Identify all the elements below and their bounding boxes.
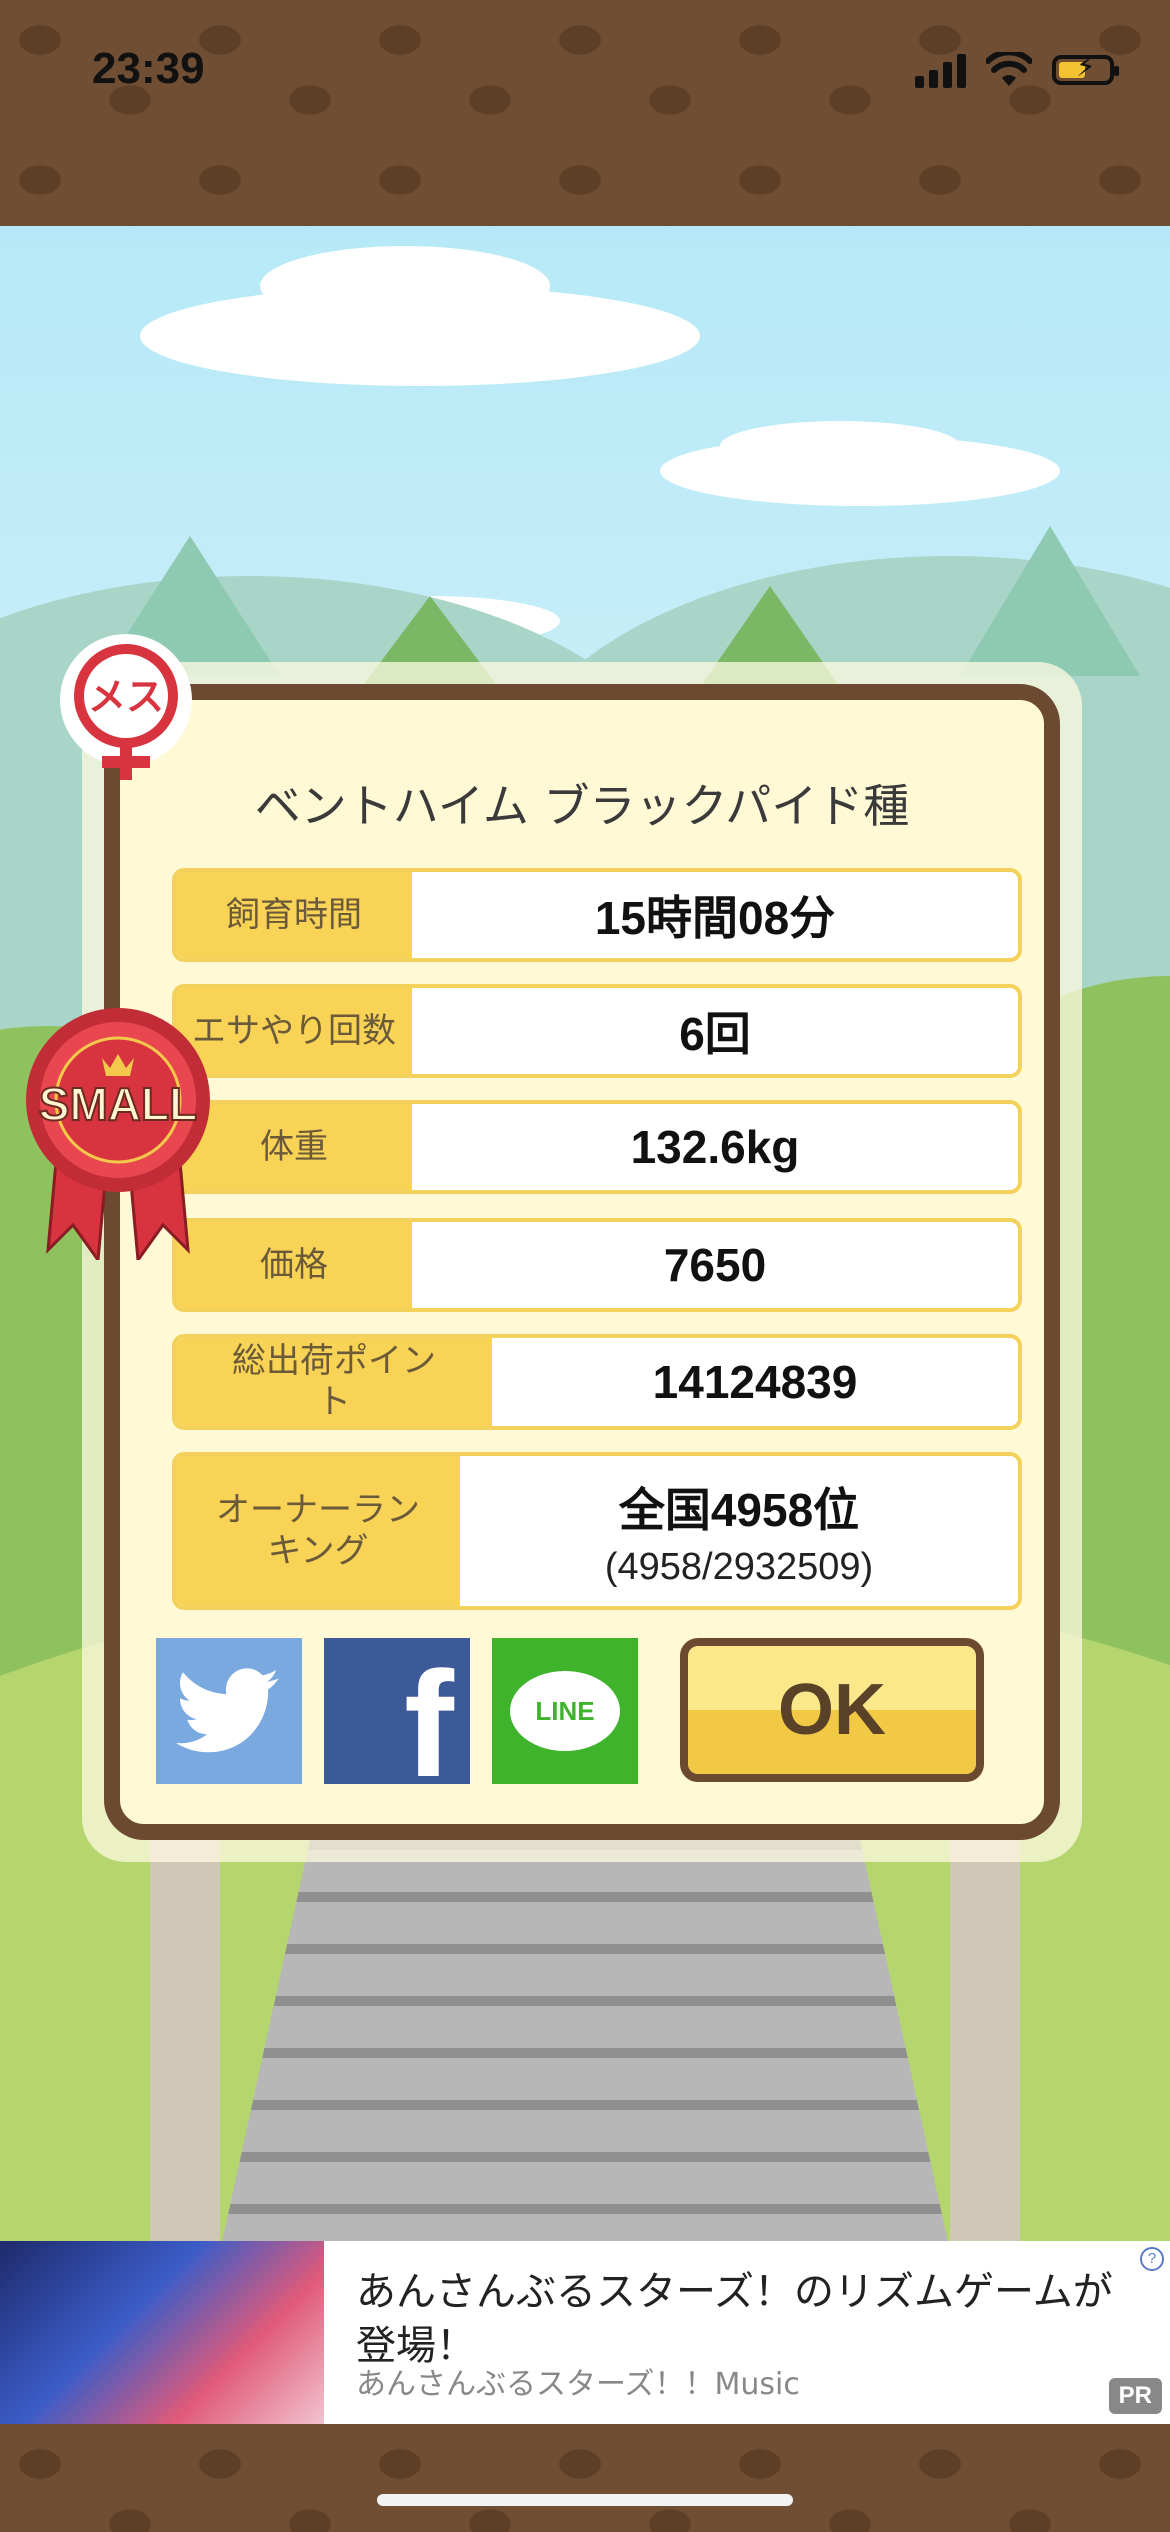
- stat-row-breeding-time: 飼育時間 15時間08分: [172, 868, 1022, 962]
- ranking-detail: (4958/2932509): [604, 1545, 874, 1588]
- battery-icon: ⚡: [1052, 53, 1119, 85]
- ad-subtitle[interactable]: あんさんぶるスターズ！！Music: [356, 2359, 800, 2403]
- stat-value: 6回: [679, 1008, 751, 1060]
- status-bar: 23:39 ⚡: [0, 0, 1170, 226]
- ok-button[interactable]: OK: [680, 1638, 984, 1782]
- status-icons: ⚡: [915, 52, 1119, 88]
- facebook-share-button[interactable]: f: [324, 1638, 470, 1784]
- stat-row-feed-count: エサやり回数 6回: [172, 984, 1022, 1078]
- stat-row-shipping-points: 総出荷ポイント 14124839: [172, 1334, 1022, 1430]
- stat-label: 飼育時間: [176, 872, 412, 958]
- stat-row-price: 価格 7650: [172, 1218, 1022, 1312]
- stat-value: 全国4958位 (4958/2932509): [460, 1456, 1018, 1606]
- stat-value: 132.6kg: [630, 1121, 800, 1173]
- stat-label: オーナーランキング: [176, 1456, 460, 1606]
- stat-row-weight: 体重 132.6kg: [172, 1100, 1022, 1194]
- twitter-share-button[interactable]: [156, 1638, 302, 1784]
- dialog-title: ベントハイム ブラックパイド種: [254, 779, 910, 833]
- ad-pr-badge: PR: [1108, 2378, 1162, 2414]
- pig-result-dialog: ベントハイム ブラックパイド種 飼育時間 15時間08分 エサやり回数 6回 体…: [104, 684, 1060, 1840]
- cellular-signal-icon: [915, 52, 966, 88]
- status-time: 23:39: [92, 44, 205, 93]
- line-share-button[interactable]: LINE: [492, 1638, 638, 1784]
- facebook-f-icon: f: [404, 1640, 454, 1784]
- female-badge-label: メス: [88, 675, 164, 719]
- stat-value: 14124839: [652, 1356, 858, 1408]
- ad-title[interactable]: あんさんぶるスターズ！のリズムゲームが登場！: [356, 2265, 1116, 2373]
- stat-value: 7650: [663, 1239, 767, 1291]
- size-ribbon-badge: SMALL: [26, 1008, 210, 1260]
- wifi-icon: [986, 52, 1032, 86]
- bottom-bar: [0, 2424, 1170, 2532]
- size-ribbon-label: SMALL: [39, 1078, 197, 1130]
- ranking-value: 全国4958位: [618, 1483, 860, 1536]
- ad-thumbnail-image[interactable]: [0, 2241, 324, 2424]
- stat-value: 15時間08分: [594, 892, 836, 944]
- ad-info-icon[interactable]: ?: [1140, 2247, 1164, 2271]
- line-label: LINE: [535, 1695, 595, 1726]
- line-speech-bubble-icon: LINE: [510, 1671, 620, 1751]
- stat-label: 総出荷ポイント: [176, 1338, 492, 1426]
- ad-banner[interactable]: あんさんぶるスターズ！のリズムゲームが登場！ あんさんぶるスターズ！！Music…: [0, 2241, 1170, 2424]
- twitter-bird-icon: [176, 1668, 279, 1753]
- stat-row-owner-ranking: オーナーランキング 全国4958位 (4958/2932509): [172, 1452, 1022, 1610]
- home-indicator[interactable]: [377, 2494, 793, 2506]
- female-badge-icon: メス: [60, 634, 192, 780]
